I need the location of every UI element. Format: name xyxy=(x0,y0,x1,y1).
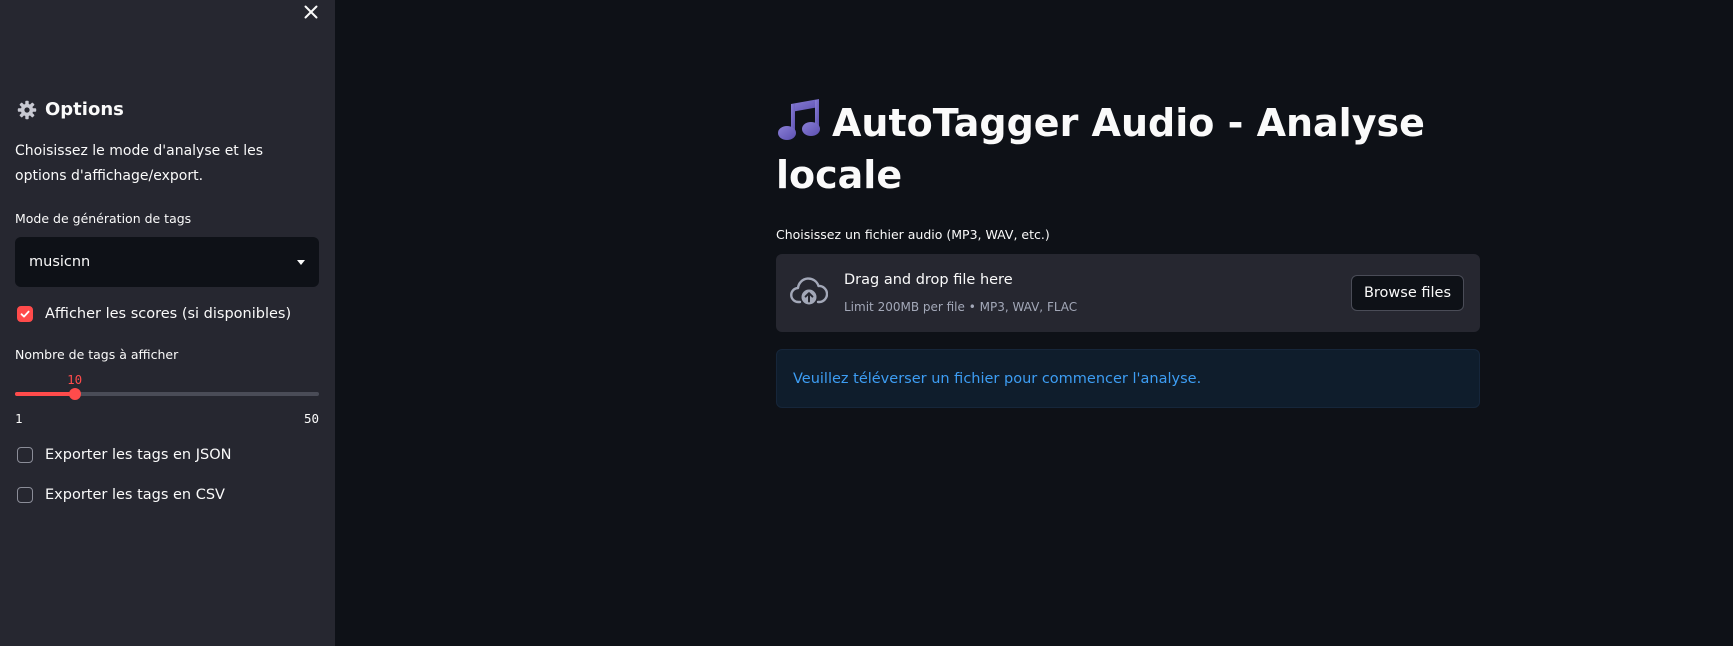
dropzone-title: Drag and drop file here xyxy=(844,272,1013,288)
export-csv-checkbox[interactable]: Exporter les tags en CSV xyxy=(17,487,225,503)
slider-thumb[interactable] xyxy=(68,388,81,400)
mode-select-label: Mode de génération de tags xyxy=(15,211,192,226)
music-note-icon xyxy=(778,99,820,140)
export-json-checkbox-box[interactable] xyxy=(17,447,33,463)
export-json-checkbox[interactable]: Exporter les tags en JSON xyxy=(17,447,231,463)
uploader-label: Choisissez un fichier audio (MP3, WAV, e… xyxy=(776,227,1050,242)
slider-max-label: 50 xyxy=(303,411,319,426)
show-scores-label: Afficher les scores (si disponibles) xyxy=(45,306,292,322)
sidebar-description: Choisissez le mode d'analyse et les opti… xyxy=(15,143,264,184)
checkmark-icon xyxy=(20,310,30,318)
gear-icon xyxy=(17,100,37,119)
mode-select-value: musicnn xyxy=(29,254,91,270)
slider-fill xyxy=(15,392,75,396)
close-icon xyxy=(304,5,318,19)
app: Options Choisissez le mode d'analyse et … xyxy=(0,0,1733,646)
show-scores-checkbox-box[interactable] xyxy=(17,306,33,322)
mode-select[interactable]: musicnn xyxy=(15,237,319,287)
cloud-upload-icon xyxy=(790,277,828,305)
info-alert: Veuillez téléverser un fichier pour comm… xyxy=(776,349,1480,408)
slider-current-value: 10 xyxy=(67,372,83,387)
dropzone-limit-text: Limit 200MB per file • MP3, WAV, FLAC xyxy=(844,300,1078,314)
export-csv-label: Exporter les tags en CSV xyxy=(45,487,225,503)
sidebar-title: Options xyxy=(45,99,124,120)
show-scores-checkbox[interactable]: Afficher les scores (si disponibles) xyxy=(17,306,291,322)
export-csv-checkbox-box[interactable] xyxy=(17,487,33,503)
page-title: AutoTagger Audio - Analyse locale xyxy=(776,97,1496,201)
info-alert-text: Veuillez téléverser un fichier pour comm… xyxy=(793,370,1202,387)
chevron-down-icon xyxy=(297,259,305,265)
close-sidebar-button[interactable] xyxy=(299,1,323,23)
sidebar-header: Options xyxy=(17,99,124,120)
page-title-text: AutoTagger Audio - Analyse locale xyxy=(776,101,1425,197)
file-dropzone[interactable]: Drag and drop file here Limit 200MB per … xyxy=(776,254,1480,332)
sidebar: Options Choisissez le mode d'analyse et … xyxy=(0,0,335,646)
tag-count-slider[interactable]: 10 1 50 xyxy=(15,372,319,426)
browse-files-button[interactable]: Browse files xyxy=(1350,275,1464,311)
export-json-label: Exporter les tags en JSON xyxy=(45,447,232,463)
slider-min-label: 1 xyxy=(15,411,23,426)
tag-count-label: Nombre de tags à afficher xyxy=(15,347,179,362)
